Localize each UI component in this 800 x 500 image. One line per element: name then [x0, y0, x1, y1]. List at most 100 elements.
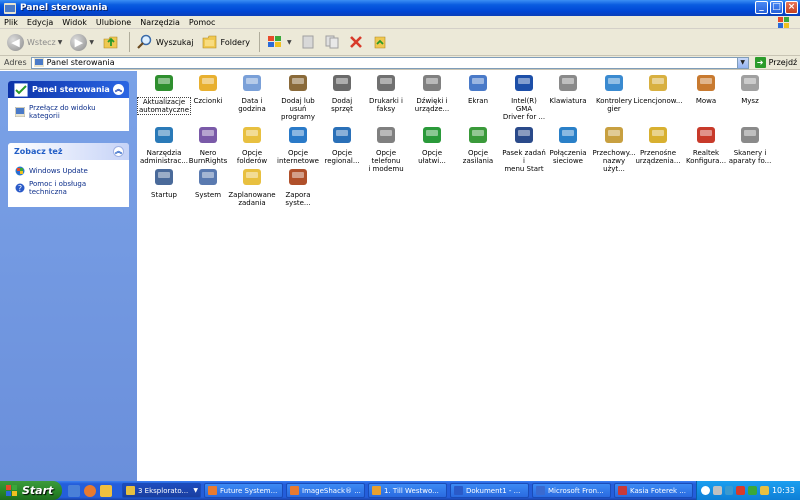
control-panel-item[interactable]: System — [185, 165, 231, 199]
maximize-button[interactable]: □ — [770, 1, 783, 14]
control-panel-item[interactable]: Połączenia sieciowe — [545, 123, 591, 165]
collapse-chevron-icon[interactable]: ︽ — [113, 84, 124, 95]
speech-icon — [694, 71, 718, 95]
control-panel-item[interactable]: Intel(R) GMA Driver for ... — [501, 71, 547, 121]
delete-button[interactable] — [345, 31, 367, 53]
up-folder-icon — [103, 36, 118, 49]
control-panel-item[interactable]: Mysz — [727, 71, 773, 105]
copy-to-button[interactable] — [321, 31, 343, 53]
menu-view[interactable]: Widok — [62, 18, 87, 27]
control-panel-item[interactable]: Opcje internetowe — [275, 123, 321, 165]
control-panel-item[interactable]: Realtek Konfigura... — [683, 123, 729, 165]
control-panel-item[interactable]: Przechowy... nazwy użyt... — [591, 123, 637, 173]
control-panel-item[interactable]: Dźwięki i urządze... — [409, 71, 455, 113]
firefox-icon[interactable] — [84, 484, 96, 497]
scanners-cameras-icon — [738, 123, 762, 147]
control-panel-item-label: Realtek Konfigura... — [685, 149, 727, 165]
control-panel-item[interactable]: Skanery i aparaty fo... — [727, 123, 773, 165]
forward-button[interactable]: ▶ ▼ — [67, 31, 97, 53]
move-to-button[interactable] — [297, 31, 319, 53]
control-panel-panel-header[interactable]: Panel sterowania ︽ — [8, 81, 129, 98]
control-panel-item[interactable]: Data i godzina — [229, 71, 275, 113]
taskbar-task-button[interactable]: Microsoft Fron... — [532, 483, 611, 498]
show-desktop-icon[interactable] — [68, 484, 80, 497]
copy-to-icon — [325, 35, 339, 49]
control-panel-item[interactable]: Aktualizacje automatyczne — [137, 71, 192, 115]
control-panel-item[interactable]: Licencjonow... — [634, 71, 683, 105]
control-panel-item[interactable]: Pasek zadań i menu Start — [501, 123, 547, 173]
control-panel-item[interactable]: Zapora syste... — [275, 165, 321, 207]
control-panel-item[interactable]: Przenośne urządzenia... — [635, 123, 681, 165]
views-button[interactable]: ▼ — [264, 31, 295, 53]
collapse-chevron-icon[interactable]: ︽ — [113, 146, 124, 157]
control-panel-item-label: Przenośne urządzenia... — [635, 149, 681, 165]
menu-file[interactable]: Plik — [4, 18, 18, 27]
menu-tools[interactable]: Narzędzia — [140, 18, 180, 27]
switch-to-category-view-link[interactable]: Przełącz do widoku kategorii — [15, 104, 122, 120]
go-arrow-icon: ➜ — [754, 57, 766, 68]
task-app-icon — [208, 486, 217, 495]
up-folder-button[interactable] — [99, 31, 123, 53]
control-panel-item[interactable]: Opcje ułatwi... — [409, 123, 455, 165]
control-panel-item[interactable]: Nero BurnRights — [185, 123, 231, 165]
taskbar-task-button[interactable]: Future System... — [204, 483, 283, 498]
sounds-icon — [420, 71, 444, 95]
menu-help[interactable]: Pomoc — [189, 18, 216, 27]
control-panel-item[interactable]: Mowa — [683, 71, 729, 105]
control-panel-item[interactable]: Opcje folderów — [229, 123, 275, 165]
control-panel-item[interactable]: Dodaj lub usuń programy — [275, 71, 321, 121]
tray-expand-icon[interactable] — [701, 486, 710, 495]
menu-bar: Plik Edycja Widok Ulubione Narzędzia Pom… — [0, 16, 800, 29]
see-also-panel-header[interactable]: Zobacz też ︽ — [8, 143, 129, 160]
address-bar: Adres Panel sterowania ▼ ➜ Przejdź — [0, 56, 800, 70]
address-input[interactable]: Panel sterowania ▼ — [30, 56, 749, 69]
control-panel-item[interactable]: Drukarki i faksy — [363, 71, 409, 113]
control-panel-item[interactable]: Ekran — [455, 71, 501, 105]
phone-modem-icon — [374, 123, 398, 147]
fonts-icon — [196, 71, 220, 95]
control-panel-item-label: Zaplanowane zadania — [228, 191, 276, 207]
control-panel-item[interactable]: Klawiatura — [545, 71, 591, 105]
address-dropdown-button[interactable]: ▼ — [736, 57, 748, 68]
control-panel-item[interactable]: Czcionki — [185, 71, 231, 105]
control-panel-item-label: Drukarki i faksy — [369, 97, 403, 113]
antivirus-icon[interactable] — [736, 486, 746, 495]
search-button[interactable]: Wyszukaj — [134, 31, 197, 53]
taskbar-task-button[interactable]: 3 Eksplorato... ▼ — [122, 483, 201, 498]
control-panel-item[interactable]: Zaplanowane zadania — [228, 165, 276, 207]
folders-button[interactable]: Foldery — [199, 31, 253, 53]
start-button[interactable]: Start — [0, 481, 62, 500]
task-app-icon — [454, 486, 463, 495]
control-panel-item[interactable]: Opcje telefonu i modemu — [363, 123, 409, 173]
windows-update-link[interactable]: Windows Update — [15, 166, 122, 176]
help-icon: ? — [15, 183, 25, 193]
taskbar-task-button[interactable]: 1. Till Westwo... — [368, 483, 447, 498]
control-panel-item[interactable]: Startup — [141, 165, 187, 199]
windows-flag-icon — [6, 484, 17, 496]
control-panel-items-view: Aktualizacje automatyczne Czcionki Data i g… — [137, 71, 800, 481]
menu-edit[interactable]: Edycja — [27, 18, 53, 27]
help-support-link[interactable]: ? Pomoc i obsługa techniczna — [15, 180, 122, 196]
go-button[interactable]: ➜ Przejdź — [754, 57, 797, 68]
control-panel-item[interactable]: Opcje regional... — [319, 123, 365, 165]
back-button[interactable]: ◀ Wstecz ▼ — [4, 31, 65, 53]
delete-icon — [349, 36, 362, 48]
media-player-icon[interactable] — [100, 484, 112, 497]
control-panel-item[interactable]: Kontrolery gier — [591, 71, 637, 113]
security-icon[interactable] — [760, 486, 769, 495]
taskbar-task-button[interactable]: Dokument1 - ... — [450, 483, 529, 498]
taskbar-task-button[interactable]: ImageShack® ... — [286, 483, 365, 498]
control-panel-icon — [14, 82, 28, 97]
volume-icon[interactable] — [712, 486, 722, 495]
folders-icon — [202, 35, 216, 49]
control-panel-item[interactable]: Opcje zasilania — [455, 123, 501, 165]
undo-button[interactable] — [369, 31, 391, 53]
minimize-button[interactable]: _ — [755, 1, 768, 14]
taskbar-task-button[interactable]: Kasia Foterek ... — [614, 483, 693, 498]
control-panel-item[interactable]: Dodaj sprzęt — [319, 71, 365, 113]
control-panel-item[interactable]: Narzędzia administrac... — [140, 123, 188, 165]
menu-favorites[interactable]: Ulubione — [96, 18, 131, 27]
messenger-icon[interactable] — [748, 486, 758, 495]
close-button[interactable]: × — [785, 1, 798, 14]
network-icon[interactable] — [724, 486, 734, 495]
